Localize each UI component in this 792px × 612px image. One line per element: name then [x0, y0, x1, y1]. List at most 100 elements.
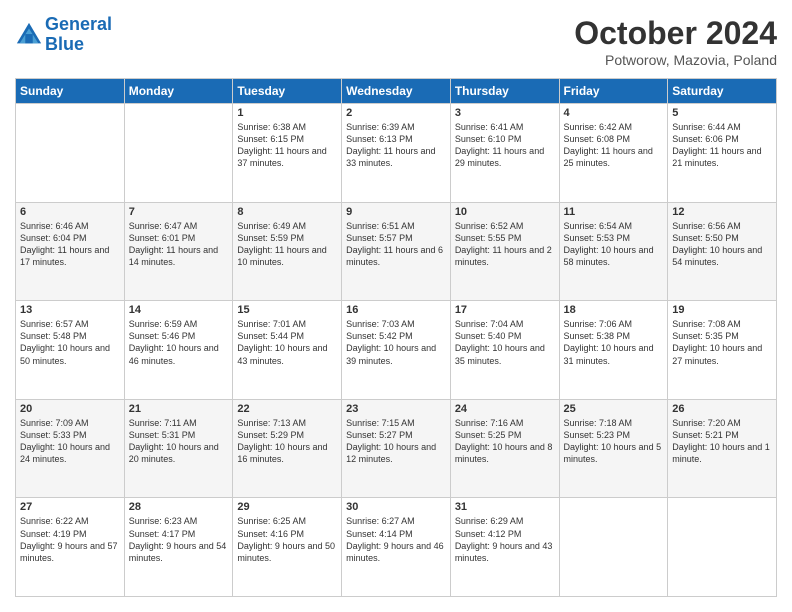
table-row: 11 Sunrise: 6:54 AM Sunset: 5:53 PM Dayl… — [559, 202, 668, 301]
col-monday: Monday — [124, 79, 233, 104]
sunset-text: Sunset: 6:04 PM — [20, 232, 120, 244]
table-row: 4 Sunrise: 6:42 AM Sunset: 6:08 PM Dayli… — [559, 104, 668, 203]
sunrise-text: Sunrise: 6:41 AM — [455, 121, 555, 133]
logo-blue: Blue — [45, 34, 84, 54]
sunrise-text: Sunrise: 7:13 AM — [237, 417, 337, 429]
sunset-text: Sunset: 4:14 PM — [346, 528, 446, 540]
table-row: 13 Sunrise: 6:57 AM Sunset: 5:48 PM Dayl… — [16, 301, 125, 400]
day-number: 19 — [672, 304, 772, 316]
daylight-text: Daylight: 11 hours and 17 minutes. — [20, 244, 120, 268]
day-number: 16 — [346, 304, 446, 316]
sunrise-text: Sunrise: 6:56 AM — [672, 220, 772, 232]
table-row: 8 Sunrise: 6:49 AM Sunset: 5:59 PM Dayli… — [233, 202, 342, 301]
table-row: 24 Sunrise: 7:16 AM Sunset: 5:25 PM Dayl… — [450, 399, 559, 498]
daylight-text: Daylight: 11 hours and 10 minutes. — [237, 244, 337, 268]
day-number: 7 — [129, 206, 229, 218]
sunset-text: Sunset: 6:13 PM — [346, 133, 446, 145]
calendar-header-row: Sunday Monday Tuesday Wednesday Thursday… — [16, 79, 777, 104]
day-number: 13 — [20, 304, 120, 316]
header: General Blue October 2024 Potworow, Mazo… — [15, 15, 777, 68]
sunset-text: Sunset: 4:16 PM — [237, 528, 337, 540]
sunrise-text: Sunrise: 7:06 AM — [564, 318, 664, 330]
col-tuesday: Tuesday — [233, 79, 342, 104]
table-row: 23 Sunrise: 7:15 AM Sunset: 5:27 PM Dayl… — [342, 399, 451, 498]
page: General Blue October 2024 Potworow, Mazo… — [0, 0, 792, 612]
sunset-text: Sunset: 5:50 PM — [672, 232, 772, 244]
daylight-text: Daylight: 9 hours and 43 minutes. — [455, 540, 555, 564]
logo-general: General — [45, 14, 112, 34]
table-row: 1 Sunrise: 6:38 AM Sunset: 6:15 PM Dayli… — [233, 104, 342, 203]
day-number: 1 — [237, 107, 337, 119]
calendar-week-4: 20 Sunrise: 7:09 AM Sunset: 5:33 PM Dayl… — [16, 399, 777, 498]
day-number: 18 — [564, 304, 664, 316]
month-title: October 2024 — [574, 15, 777, 52]
location: Potworow, Mazovia, Poland — [574, 52, 777, 68]
day-number: 22 — [237, 403, 337, 415]
table-row: 25 Sunrise: 7:18 AM Sunset: 5:23 PM Dayl… — [559, 399, 668, 498]
table-row: 26 Sunrise: 7:20 AM Sunset: 5:21 PM Dayl… — [668, 399, 777, 498]
col-sunday: Sunday — [16, 79, 125, 104]
sunset-text: Sunset: 5:44 PM — [237, 330, 337, 342]
daylight-text: Daylight: 10 hours and 50 minutes. — [20, 342, 120, 366]
day-number: 17 — [455, 304, 555, 316]
sunrise-text: Sunrise: 7:11 AM — [129, 417, 229, 429]
daylight-text: Daylight: 9 hours and 50 minutes. — [237, 540, 337, 564]
daylight-text: Daylight: 10 hours and 1 minute. — [672, 441, 772, 465]
day-number: 26 — [672, 403, 772, 415]
sunset-text: Sunset: 4:19 PM — [20, 528, 120, 540]
table-row: 29 Sunrise: 6:25 AM Sunset: 4:16 PM Dayl… — [233, 498, 342, 597]
sunset-text: Sunset: 5:21 PM — [672, 429, 772, 441]
sunrise-text: Sunrise: 6:47 AM — [129, 220, 229, 232]
day-number: 12 — [672, 206, 772, 218]
daylight-text: Daylight: 11 hours and 29 minutes. — [455, 145, 555, 169]
sunset-text: Sunset: 5:48 PM — [20, 330, 120, 342]
sunset-text: Sunset: 5:42 PM — [346, 330, 446, 342]
table-row: 31 Sunrise: 6:29 AM Sunset: 4:12 PM Dayl… — [450, 498, 559, 597]
sunrise-text: Sunrise: 6:44 AM — [672, 121, 772, 133]
day-number: 4 — [564, 107, 664, 119]
day-number: 23 — [346, 403, 446, 415]
table-row: 20 Sunrise: 7:09 AM Sunset: 5:33 PM Dayl… — [16, 399, 125, 498]
table-row: 21 Sunrise: 7:11 AM Sunset: 5:31 PM Dayl… — [124, 399, 233, 498]
sunrise-text: Sunrise: 6:38 AM — [237, 121, 337, 133]
sunrise-text: Sunrise: 6:27 AM — [346, 515, 446, 527]
daylight-text: Daylight: 10 hours and 39 minutes. — [346, 342, 446, 366]
logo-text: General Blue — [45, 15, 112, 55]
daylight-text: Daylight: 10 hours and 8 minutes. — [455, 441, 555, 465]
table-row: 16 Sunrise: 7:03 AM Sunset: 5:42 PM Dayl… — [342, 301, 451, 400]
sunset-text: Sunset: 4:17 PM — [129, 528, 229, 540]
sunrise-text: Sunrise: 7:20 AM — [672, 417, 772, 429]
day-number: 27 — [20, 501, 120, 513]
daylight-text: Daylight: 10 hours and 46 minutes. — [129, 342, 229, 366]
day-number: 11 — [564, 206, 664, 218]
daylight-text: Daylight: 10 hours and 35 minutes. — [455, 342, 555, 366]
sunrise-text: Sunrise: 7:08 AM — [672, 318, 772, 330]
sunset-text: Sunset: 5:27 PM — [346, 429, 446, 441]
table-row: 28 Sunrise: 6:23 AM Sunset: 4:17 PM Dayl… — [124, 498, 233, 597]
calendar-week-1: 1 Sunrise: 6:38 AM Sunset: 6:15 PM Dayli… — [16, 104, 777, 203]
table-row: 27 Sunrise: 6:22 AM Sunset: 4:19 PM Dayl… — [16, 498, 125, 597]
table-row — [668, 498, 777, 597]
table-row: 6 Sunrise: 6:46 AM Sunset: 6:04 PM Dayli… — [16, 202, 125, 301]
logo-icon — [15, 21, 43, 49]
day-number: 2 — [346, 107, 446, 119]
day-number: 29 — [237, 501, 337, 513]
sunrise-text: Sunrise: 6:42 AM — [564, 121, 664, 133]
day-number: 15 — [237, 304, 337, 316]
day-number: 8 — [237, 206, 337, 218]
sunrise-text: Sunrise: 6:22 AM — [20, 515, 120, 527]
day-number: 10 — [455, 206, 555, 218]
daylight-text: Daylight: 11 hours and 2 minutes. — [455, 244, 555, 268]
sunrise-text: Sunrise: 7:16 AM — [455, 417, 555, 429]
daylight-text: Daylight: 10 hours and 5 minutes. — [564, 441, 664, 465]
sunrise-text: Sunrise: 6:51 AM — [346, 220, 446, 232]
sunset-text: Sunset: 5:59 PM — [237, 232, 337, 244]
title-block: October 2024 Potworow, Mazovia, Poland — [574, 15, 777, 68]
daylight-text: Daylight: 11 hours and 33 minutes. — [346, 145, 446, 169]
day-number: 9 — [346, 206, 446, 218]
day-number: 5 — [672, 107, 772, 119]
sunrise-text: Sunrise: 6:29 AM — [455, 515, 555, 527]
daylight-text: Daylight: 10 hours and 58 minutes. — [564, 244, 664, 268]
table-row: 7 Sunrise: 6:47 AM Sunset: 6:01 PM Dayli… — [124, 202, 233, 301]
sunset-text: Sunset: 6:01 PM — [129, 232, 229, 244]
